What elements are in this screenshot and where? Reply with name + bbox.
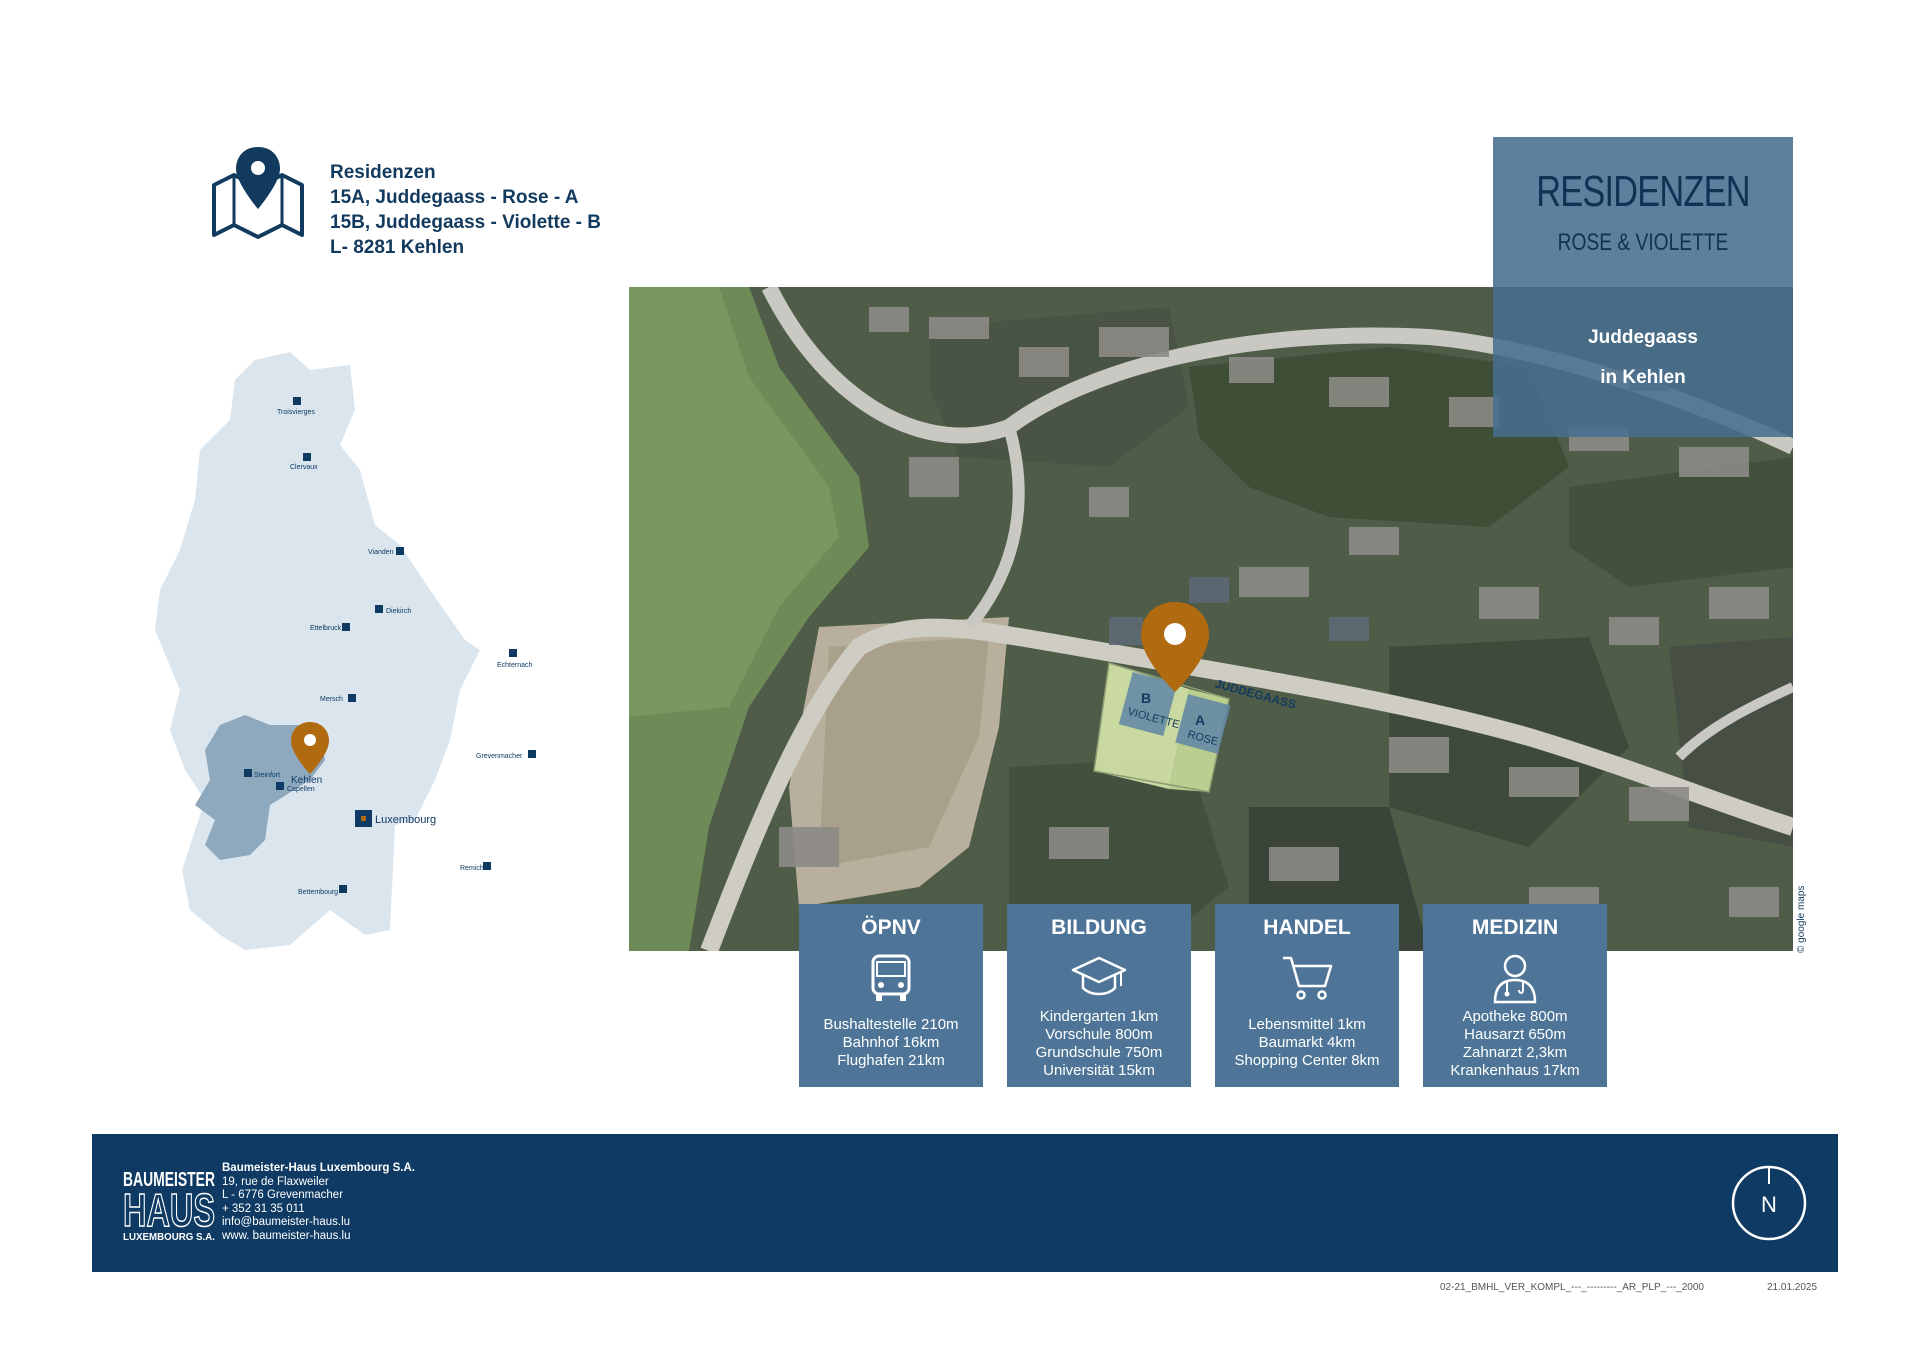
town-ettelbruck: Ettelbruck [310, 625, 342, 632]
map-copyright: © google maps [1796, 886, 1807, 953]
graduation-cap-icon [1071, 956, 1127, 996]
plot-b-letter: B [1141, 690, 1151, 706]
company-info: Baumeister-Haus Luxembourg S.A. 19, rue … [222, 1162, 415, 1243]
town-kehlen: Kehlen [291, 775, 322, 786]
shopping-cart-icon [1283, 956, 1333, 1000]
card-line: Universität 15km [1043, 1062, 1155, 1079]
title-main: RESIDENZEN [1536, 167, 1750, 216]
address-line-a: 15A, Juddegaass - Rose - A [330, 187, 579, 208]
town-mersch: Mersch [320, 696, 343, 703]
document-date: 21.01.2025 [1767, 1282, 1818, 1293]
town-troisvierges: Troisvierges [277, 409, 315, 416]
company-phone: + 352 31 35 011 [222, 1202, 305, 1215]
company-email[interactable]: info@baumeister-haus.lu [222, 1216, 415, 1230]
card-bildung: BILDUNG Kindergarten 1km Vorschule 800m … [1007, 904, 1191, 1087]
company-logo: BAUMEISTER HAUS LUXEMBOURG S.A. [122, 1169, 216, 1242]
card-heading: ÖPNV [861, 916, 921, 939]
bus-icon [871, 954, 911, 1001]
luxembourg-map: Troisvierges Clervaux Vianden Diekirch E… [155, 352, 536, 950]
company-street: 19, rue de Flaxweiler [222, 1175, 329, 1188]
town-capellen: Capellen [287, 786, 315, 793]
title-town: in Kehlen [1600, 367, 1686, 388]
svg-text:N: N [1761, 1192, 1777, 1217]
north-arrow-icon: N [1731, 1165, 1807, 1241]
card-line: Apotheke 800m [1462, 1008, 1568, 1025]
company-name: Baumeister-Haus Luxembourg S.A. [222, 1162, 415, 1174]
company-website[interactable]: www. baumeister-haus.lu [222, 1230, 415, 1244]
town-remich: Remich [460, 865, 484, 872]
country-shape [155, 352, 480, 950]
card-line: Flughafen 21km [837, 1052, 945, 1069]
card-heading: HANDEL [1263, 916, 1351, 939]
town-echternach: Echternach [497, 662, 533, 669]
card-line: Zahnarzt 2,3km [1462, 1044, 1568, 1061]
card-line: Krankenhaus 17km [1450, 1062, 1580, 1079]
address-block: Residenzen 15A, Juddegaass - Rose - A 15… [330, 160, 601, 260]
svg-text:© google maps: © google maps [1796, 886, 1807, 953]
card-handel: HANDEL Lebensmittel 1km Baumarkt 4km Sho… [1215, 904, 1399, 1087]
card-line: Hausarzt 650m [1464, 1026, 1566, 1043]
town-luxembourg: Luxembourg [375, 814, 436, 826]
card-line: Bushaltestelle 210m [823, 1016, 959, 1033]
card-medizin: MEDIZIN Apotheke 800m Hausarzt 650m Zahn… [1423, 904, 1607, 1087]
map-location-icon [212, 147, 304, 239]
card-heading: BILDUNG [1051, 916, 1147, 939]
doctor-icon [1493, 954, 1537, 1004]
title-box: RESIDENZEN ROSE & VIOLETTE Juddegaass in… [1493, 137, 1793, 437]
plot-a-letter: A [1195, 712, 1205, 728]
card-line: Baumarkt 4km [1258, 1034, 1356, 1051]
card-line: Bahnhof 16km [842, 1034, 940, 1051]
card-line: Lebensmittel 1km [1248, 1016, 1366, 1033]
card-line: Grundschule 750m [1035, 1044, 1163, 1061]
town-clervaux: Clervaux [290, 464, 318, 471]
town-grevenmacher: Grevenmacher [476, 753, 523, 760]
address-line-title: Residenzen [330, 162, 436, 183]
card-line: Vorschule 800m [1045, 1026, 1153, 1043]
svg-text:HAUS: HAUS [123, 1184, 215, 1236]
title-street: Juddegaass [1588, 327, 1698, 348]
document-reference: 02-21_BMHL_VER_KOMPL_---_---------_AR_PL… [1440, 1282, 1704, 1293]
card-line: Kindergarten 1km [1039, 1008, 1159, 1025]
svg-text:LUXEMBOURG S.A.: LUXEMBOURG S.A. [123, 1232, 215, 1242]
town-vianden: Vianden [368, 549, 394, 556]
town-bettembourg: Bettembourg [298, 889, 338, 896]
card-heading: MEDIZIN [1471, 916, 1559, 939]
card-opnv: ÖPNV Bushaltestelle 210m Bahnhof 16km Fl… [799, 904, 983, 1087]
footer: BAUMEISTER HAUS LUXEMBOURG S.A. Baumeist… [92, 1134, 1838, 1272]
card-line: Shopping Center 8km [1234, 1052, 1380, 1069]
address-line-b: 15B, Juddegaass - Violette - B [330, 212, 602, 233]
company-city: L - 6776 Grevenmacher [222, 1189, 344, 1201]
town-steinfort: Steinfort [254, 772, 280, 779]
address-line-postcode: L- 8281 Kehlen [330, 237, 465, 258]
title-sub: ROSE & VIOLETTE [1557, 229, 1729, 256]
town-diekirch: Diekirch [386, 608, 411, 615]
